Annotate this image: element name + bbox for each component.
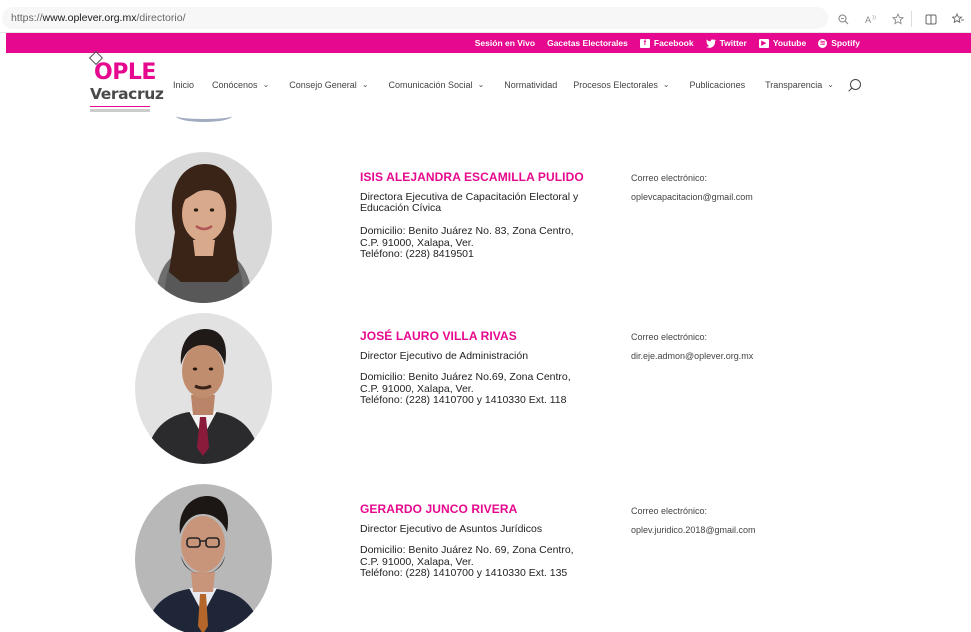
electoral-gazettes-label: Gacetas Electorales [547,38,628,48]
nav-normatividad-label: Normatividad [504,79,558,90]
address-line: Domicilio: Benito Juárez No. 83, Zona Ce… [360,225,574,237]
chevron-down-icon: ⌄ [827,80,834,89]
nav-conocenos-label: Conócenos [212,79,258,90]
youtube-label: Youtube [772,38,807,48]
email-label: Correo electrónico: [631,506,708,516]
nav-comunicacion-social[interactable]: Comunicación Social ⌄ [389,80,485,90]
ople-logo[interactable]: OPLE Veracruz [88,50,164,115]
spotify-icon: ≋ [818,38,828,48]
logo-underline [90,106,150,107]
nav-normatividad[interactable]: Normatividad [504,80,557,90]
live-session-link[interactable]: Sesión en Vivo [475,38,535,48]
email-label: Correo electrónico: [631,173,708,183]
logo-top-text: OPLE [94,60,156,85]
twitter-link[interactable]: Twitter [705,38,747,48]
split-screen-icon[interactable] [917,14,944,25]
nav-inicio-label: Inicio [173,79,195,90]
person-role: Director Ejecutivo de Administración [360,350,529,362]
twitter-label: Twitter [719,38,747,48]
nav-consejo-general-label: Consejo General [289,79,357,90]
facebook-link[interactable]: f Facebook [639,38,694,48]
search-icon[interactable] [850,79,861,90]
person-name: ISIS ALEJANDRA ESCAMILLA PULIDO [360,170,584,184]
person-name: JOSÉ LAURO VILLA RIVAS [360,329,517,343]
previous-person-photo-edge [176,110,232,122]
browser-actions: A)) [830,8,971,30]
chevron-down-icon: ⌄ [477,80,485,89]
facebook-icon: f [639,38,650,48]
chevron-down-icon: ⌄ [262,80,270,89]
url-path: /directorio/ [136,12,186,24]
live-session-label: Sesión en Vivo [474,38,536,48]
logo-tagline-bar [90,109,150,112]
address-bar[interactable]: https://www.oplever.org.mx/directorio/ [2,7,828,29]
person-role: Director Ejecutivo de Asuntos Jurídicos [360,523,543,535]
top-links-bar: Sesión en Vivo Gacetas Electorales f Face… [6,33,971,53]
person-photo [135,152,272,303]
nav-procesos-electorales[interactable]: Procesos Electorales ⌄ [573,80,669,90]
youtube-icon: ▶ [758,38,769,48]
person-name: GERARDO JUNCO RIVERA [360,502,518,516]
url-domain: www.oplever.org.mx [42,12,137,24]
chevron-down-icon: ⌄ [361,80,369,89]
nav-conocenos[interactable]: Conócenos ⌄ [212,80,269,90]
twitter-icon [705,38,716,48]
facebook-label: Facebook [653,38,694,48]
person-address: Domicilio: Benito Juárez No. 83, Zona Ce… [360,225,600,261]
spotify-link[interactable]: ≋ Spotify [818,38,860,48]
nav-consejo-general[interactable]: Consejo General ⌄ [289,80,368,90]
favorites-collection-icon[interactable] [944,13,971,25]
svg-text:A: A [865,16,872,25]
zoom-icon[interactable] [830,13,857,25]
nav-publicaciones[interactable]: Publicaciones [690,80,746,90]
person-photo [135,484,272,632]
email-label: Correo electrónico: [631,332,708,342]
youtube-link[interactable]: ▶ Youtube [758,38,807,48]
spotify-label: Spotify [831,38,860,48]
electoral-gazettes-link[interactable]: Gacetas Electorales [547,38,628,48]
nav-procesos-electorales-label: Procesos Electorales [573,79,658,90]
nav-publicaciones-label: Publicaciones [689,79,746,90]
browser-toolbar: https://www.oplever.org.mx/directorio/ A… [0,0,971,33]
address-line: Domicilio: Benito Juárez No.69, Zona Cen… [360,371,571,383]
site-header: OPLE Veracruz Inicio Conócenos ⌄ Consejo … [0,50,971,121]
phone: Teléfono: (228) 8419501 [360,248,474,260]
nav-transparencia[interactable]: Transparencia ⌄ [765,80,834,90]
person-address: Domicilio: Benito Juárez No. 69, Zona Ce… [360,544,600,580]
email-link[interactable]: oplevcapacitacion@gmail.com [631,192,753,202]
email-link[interactable]: dir.eje.admon@oplever.org.mx [631,351,753,361]
logo-bottom-text: Veracruz [90,85,164,103]
nav-transparencia-label: Transparencia [765,79,823,90]
address-line: Domicilio: Benito Juárez No. 69, Zona Ce… [360,544,574,556]
phone: Teléfono: (228) 1410700 y 1410330 Ext. 1… [360,567,568,579]
main-nav: Inicio Conócenos ⌄ Consejo General ⌄ Comun… [173,79,861,90]
person-address: Domicilio: Benito Juárez No.69, Zona Cen… [360,371,600,407]
favorite-star-icon[interactable] [884,13,911,25]
phone: Teléfono: (228) 1410700 y 1410330 Ext. 1… [360,394,567,406]
nav-comunicacion-social-label: Comunicación Social [388,79,473,90]
person-role: Directora Ejecutiva de Capacitación Elec… [360,191,579,214]
url-prefix: https:// [11,12,43,24]
read-aloud-icon[interactable]: A)) [857,14,884,25]
person-photo [135,313,272,464]
email-link[interactable]: oplev.juridico.2018@gmail.com [631,525,756,535]
nav-inicio[interactable]: Inicio [173,80,194,90]
svg-text:)): )) [872,15,876,21]
chevron-down-icon: ⌄ [662,80,670,89]
